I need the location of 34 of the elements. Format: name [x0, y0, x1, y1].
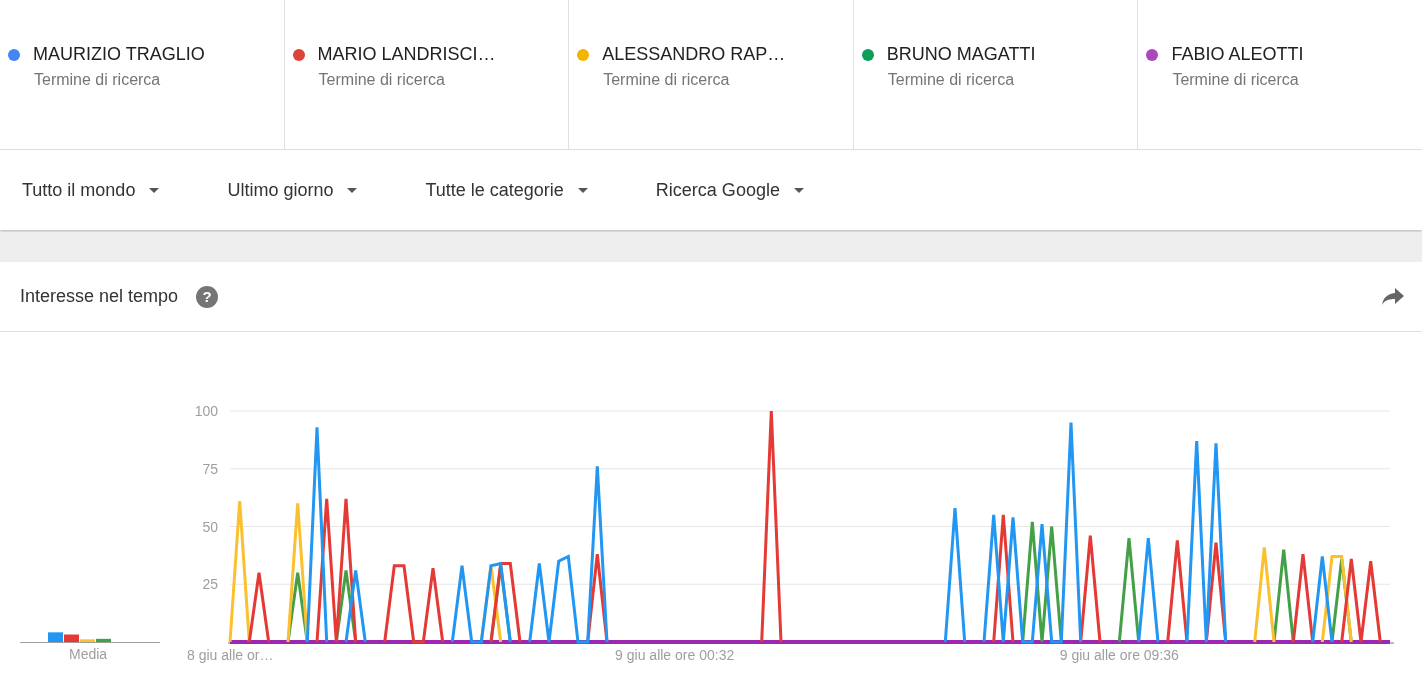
search-term-card[interactable]: ALESSANDRO RAP… Termine di ricerca: [569, 0, 854, 149]
panel-title: Interesse nel tempo: [20, 286, 179, 307]
term-subtitle: Termine di ricerca: [1171, 71, 1300, 89]
caret-icon: [793, 187, 804, 193]
caret-icon: [577, 187, 588, 193]
x-tick-label: 8 giu alle or…: [187, 647, 274, 663]
term-name: BRUNO MAGATTI: [886, 44, 1036, 65]
caret-icon: [149, 187, 160, 193]
y-tick-label: 100: [194, 403, 218, 419]
caret-icon: [347, 187, 358, 193]
x-tick-label: 9 giu alle ore 00:32: [615, 647, 735, 663]
search-term-card[interactable]: BRUNO MAGATTI Termine di ricerca: [853, 0, 1139, 149]
term-subtitle: Termine di ricerca: [33, 71, 162, 89]
y-tick-label: 75: [202, 460, 218, 477]
term-name: MARIO LANDRISCI…: [317, 44, 496, 65]
search-term-card[interactable]: MARIO LANDRISCI… Termine di ricerca: [284, 0, 570, 149]
term-subtitle: Termine di ricerca: [886, 71, 1016, 89]
filter-dropdown[interactable]: Tutte le categorie: [425, 179, 588, 201]
filter-dropdown[interactable]: Ricerca Google: [655, 179, 804, 201]
average-label: Media: [69, 646, 108, 662]
term-name: MAURIZIO TRAGLIO: [33, 44, 205, 65]
filter-dropdown[interactable]: Tutto il mondo: [22, 179, 160, 201]
term-subtitle: Termine di ricerca: [317, 71, 446, 89]
help-icon[interactable]: ?: [196, 285, 219, 308]
share-icon[interactable]: [1382, 287, 1404, 306]
filter-dropdown[interactable]: Ultimo giorno: [227, 179, 358, 201]
search-term-card[interactable]: FABIO ALEOTTI Termine di ricerca: [1138, 0, 1422, 149]
y-tick-label: 25: [202, 576, 218, 593]
term-subtitle: Termine di ricerca: [602, 71, 731, 89]
term-name: ALESSANDRO RAP…: [602, 44, 786, 65]
x-tick-label: 9 giu alle ore 09:36: [1059, 647, 1179, 663]
y-tick-label: 50: [202, 518, 218, 535]
search-term-card[interactable]: MAURIZIO TRAGLIO Termine di ricerca: [0, 0, 285, 149]
term-name: FABIO ALEOTTI: [1171, 44, 1304, 65]
